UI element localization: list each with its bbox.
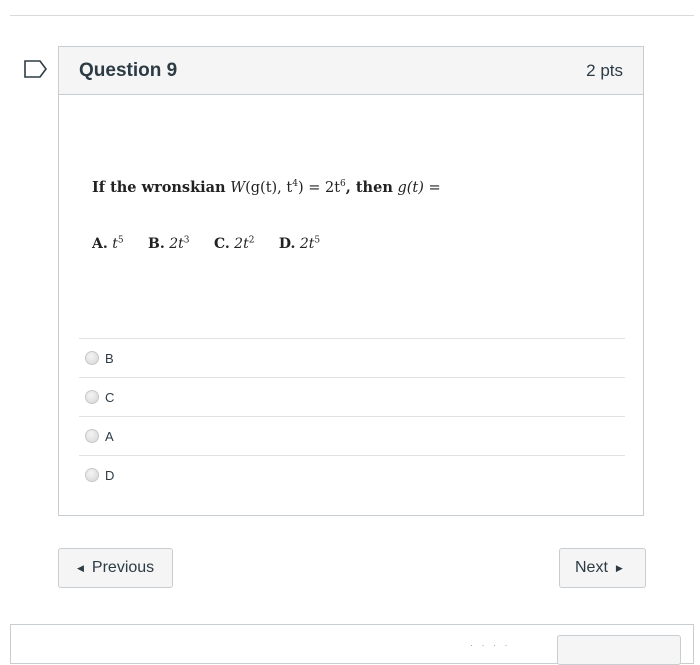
question-choice-list: A. t5 B. 2t3 C. 2t2 D. 2t5 bbox=[92, 235, 340, 252]
previous-label: Previous bbox=[91, 559, 155, 576]
answer-label: A bbox=[105, 428, 114, 444]
caret-right-icon: ▶ bbox=[615, 562, 623, 573]
answer-list: B C A D bbox=[79, 338, 625, 494]
choice-b: B. 2t3 bbox=[148, 235, 190, 252]
question-text-w: W bbox=[230, 180, 246, 196]
next-button[interactable]: Next ▶ bbox=[559, 548, 646, 588]
flag-question-icon[interactable] bbox=[24, 60, 48, 78]
question-text-gt: g(t) = bbox=[397, 180, 441, 196]
top-divider bbox=[10, 15, 694, 16]
question-card: Question 9 2 pts If the wronskian W(g(t)… bbox=[58, 46, 644, 516]
answer-option-d[interactable]: D bbox=[79, 455, 625, 494]
answer-option-b[interactable]: B bbox=[79, 338, 625, 377]
question-text-then: , then bbox=[345, 179, 393, 196]
answer-label: D bbox=[105, 467, 115, 483]
previous-button[interactable]: ◀ Previous bbox=[58, 548, 173, 588]
question-body: If the wronskian W(g(t), t4) = 2t6, then… bbox=[59, 95, 643, 515]
radio-button[interactable] bbox=[85, 390, 99, 404]
next-label: Next bbox=[575, 559, 608, 576]
question-text: If the wronskian W(g(t), t4) = 2t6, then… bbox=[92, 179, 441, 196]
caret-left-icon: ◀ bbox=[77, 562, 84, 573]
answer-option-a[interactable]: A bbox=[79, 416, 625, 455]
choice-c: C. 2t2 bbox=[213, 235, 255, 252]
radio-button[interactable] bbox=[85, 351, 99, 365]
question-text-args: (g(t), t bbox=[245, 180, 293, 196]
answer-label: C bbox=[105, 389, 115, 405]
radio-button[interactable] bbox=[85, 429, 99, 443]
footer-partial-text: · · · · bbox=[470, 640, 511, 650]
question-header: Question 9 2 pts bbox=[59, 47, 643, 95]
question-points: 2 pts bbox=[586, 60, 623, 80]
question-title: Question 9 bbox=[79, 59, 178, 81]
answer-option-c[interactable]: C bbox=[79, 377, 625, 416]
question-text-prefix: If the wronskian bbox=[92, 179, 226, 196]
question-text-eq: ) = 2t bbox=[297, 180, 341, 196]
footer-submit-button[interactable] bbox=[557, 635, 681, 665]
choice-a: A. t5 bbox=[92, 235, 124, 252]
radio-button[interactable] bbox=[85, 468, 99, 482]
choice-d: D. 2t5 bbox=[278, 235, 321, 252]
answer-label: B bbox=[105, 350, 114, 366]
